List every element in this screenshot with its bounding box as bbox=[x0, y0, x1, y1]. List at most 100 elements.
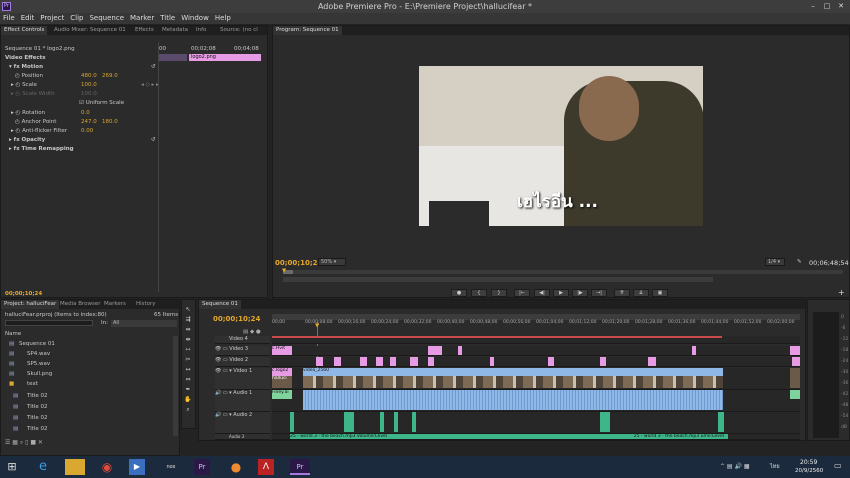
nox-player-icon[interactable]: nox bbox=[161, 459, 181, 475]
wrench-icon[interactable]: ✎ bbox=[797, 259, 802, 265]
ec-clip-bar[interactable]: logo2.png bbox=[189, 54, 261, 61]
chrome-icon[interactable]: ◉ bbox=[97, 459, 117, 475]
tab-metadata[interactable]: Metadata bbox=[159, 26, 191, 35]
clip-video2-title[interactable] bbox=[648, 357, 656, 366]
rolling-edit-tool-icon[interactable]: ⇼ bbox=[184, 336, 192, 344]
project-item[interactable]: text bbox=[27, 381, 38, 387]
scale-value[interactable]: 100.0 bbox=[81, 82, 97, 88]
menu-clip[interactable]: Clip bbox=[67, 13, 86, 24]
mark-out-button[interactable]: } bbox=[491, 289, 507, 297]
clip-audio2[interactable] bbox=[412, 412, 416, 432]
clip-video3-title[interactable] bbox=[458, 346, 462, 355]
clip-video3-title[interactable] bbox=[692, 346, 696, 355]
mark-in-button[interactable]: { bbox=[471, 289, 487, 297]
extract-button[interactable]: ⇊ bbox=[633, 289, 649, 297]
project-scrollbar[interactable] bbox=[173, 336, 178, 436]
file-explorer-icon[interactable] bbox=[65, 459, 85, 475]
anchor-x[interactable]: 247.0 bbox=[81, 119, 97, 125]
position-x[interactable]: 480.0 bbox=[81, 73, 97, 79]
language-indicator[interactable]: ไทย bbox=[770, 463, 780, 471]
play-button[interactable]: ▶ bbox=[553, 289, 569, 297]
clip-audio1-waveform[interactable] bbox=[303, 390, 723, 410]
clip-halluci[interactable]: halluci bbox=[272, 376, 292, 388]
notification-icon[interactable]: ▭ bbox=[834, 461, 842, 470]
clip-video2-title[interactable] bbox=[548, 357, 554, 366]
lift-button[interactable]: ⇈ bbox=[614, 289, 630, 297]
clip-video2-title[interactable] bbox=[410, 357, 418, 366]
clip-video-sequence[interactable]: video_2560 bbox=[303, 368, 723, 376]
name-column-header[interactable]: Name bbox=[5, 331, 21, 337]
menu-sequence[interactable]: Sequence bbox=[86, 13, 127, 24]
go-to-out-button[interactable]: →| bbox=[591, 289, 607, 297]
clip-video1-end[interactable] bbox=[790, 368, 800, 388]
anchor-y[interactable]: 180.0 bbox=[102, 119, 118, 125]
tab-program[interactable]: Program: Sequence 01 bbox=[273, 26, 342, 35]
project-item[interactable]: Title 02 bbox=[27, 415, 48, 421]
track-header-video4[interactable]: Video 4 bbox=[215, 336, 270, 344]
opacity-reset-icon[interactable]: ↺ bbox=[151, 137, 156, 143]
ripple-edit-tool-icon[interactable]: ⇹ bbox=[184, 326, 192, 334]
project-bottom-icons[interactable]: ☰ ▦ ⌕ ▯ ■ ✕ bbox=[5, 439, 43, 447]
menu-help[interactable]: Help bbox=[212, 13, 234, 24]
clip-audio-finey[interactable]: Finey.ai bbox=[272, 390, 292, 399]
work-area-bar[interactable] bbox=[272, 336, 722, 338]
rotation-value[interactable]: 0.0 bbox=[81, 110, 90, 116]
reset-icon[interactable]: ↺ bbox=[151, 64, 156, 70]
premiere-icon[interactable]: Pr bbox=[194, 459, 210, 475]
timeline-timecode[interactable]: 00;00;10;24 bbox=[213, 315, 260, 323]
track-header-video2[interactable]: 👁 ▭ Video 2 bbox=[215, 357, 270, 367]
uniform-scale-checkbox[interactable]: ☑ Uniform Scale bbox=[79, 100, 124, 106]
tab-history[interactable]: History bbox=[133, 300, 159, 309]
tab-markers[interactable]: Markers bbox=[101, 300, 129, 309]
clip-video2-title[interactable] bbox=[360, 357, 367, 366]
project-item[interactable]: Skull.png bbox=[27, 371, 52, 377]
project-search-input[interactable] bbox=[5, 320, 93, 326]
time-remap-effect[interactable]: ▸ fx Time Remapping bbox=[9, 146, 74, 152]
ie-browser-icon[interactable]: e bbox=[33, 459, 53, 475]
hand-tool-icon[interactable]: ✋ bbox=[184, 396, 192, 404]
tab-media-browser[interactable]: Media Browser bbox=[57, 300, 104, 309]
playhead-handle-icon[interactable]: ▼ bbox=[315, 323, 319, 329]
step-forward-button[interactable]: |▶ bbox=[572, 289, 588, 297]
timeline-ruler[interactable]: 00;00 00;00;08;00 00;00;16;00 00;00;24;00 00… bbox=[272, 320, 800, 327]
razor-tool-icon[interactable]: ✂ bbox=[184, 356, 192, 364]
clip-video2-title[interactable] bbox=[490, 357, 494, 366]
menu-project[interactable]: Project bbox=[37, 13, 67, 24]
firefox-icon[interactable]: ● bbox=[226, 459, 246, 475]
menu-window[interactable]: Window bbox=[178, 13, 212, 24]
clip-video3-title[interactable] bbox=[428, 346, 442, 355]
rate-stretch-tool-icon[interactable]: ⇿ bbox=[184, 346, 192, 354]
project-item[interactable]: Title 02 bbox=[27, 426, 48, 432]
clip-video2-title[interactable] bbox=[390, 357, 396, 366]
tab-sequence[interactable]: Sequence 01 bbox=[199, 300, 241, 309]
track-header-audio1[interactable]: 🔊 ▭ ▾ Audio 1 bbox=[215, 390, 270, 412]
program-scrub-bar[interactable] bbox=[283, 270, 843, 274]
clip-audio1-end[interactable] bbox=[790, 390, 800, 399]
menu-file[interactable]: File bbox=[0, 13, 18, 24]
project-item[interactable]: Sequence 01 bbox=[19, 341, 55, 347]
clip-video3-title[interactable]: c.Hvit bbox=[272, 346, 292, 355]
keyframe-nav[interactable]: ◂ ◇ ▸ ▸ bbox=[141, 82, 159, 88]
clip-video3-title[interactable] bbox=[790, 346, 800, 355]
project-item[interactable]: Title 02 bbox=[27, 404, 48, 410]
clock-date[interactable]: 20/9/2560 bbox=[795, 468, 823, 474]
menu-marker[interactable]: Marker bbox=[127, 13, 157, 24]
in-select[interactable]: All bbox=[111, 320, 177, 327]
clip-audio2[interactable] bbox=[380, 412, 384, 432]
slide-tool-icon[interactable]: ⇔ bbox=[184, 376, 192, 384]
motion-effect[interactable]: ▾ fx Motion bbox=[9, 64, 43, 70]
close-button[interactable]: ✕ bbox=[836, 2, 846, 11]
clip-audio2[interactable] bbox=[718, 412, 724, 432]
minimize-button[interactable]: – bbox=[808, 2, 818, 11]
add-marker-button[interactable]: ● bbox=[451, 289, 467, 297]
program-timecode[interactable]: 00;00;10;24 bbox=[275, 259, 322, 267]
clip-video2-title[interactable] bbox=[376, 357, 383, 366]
clip-video2-title[interactable] bbox=[316, 357, 323, 366]
selection-tool-icon[interactable]: ↖ bbox=[184, 306, 192, 314]
clip-music-beach[interactable]: 25 - world 3 - the beach.mp3 ume:Level bbox=[416, 434, 728, 439]
zoom-tool-icon[interactable]: ⌕ bbox=[184, 406, 192, 414]
media-player-icon[interactable]: ▶ bbox=[129, 459, 145, 475]
clip-video2-title[interactable] bbox=[334, 357, 341, 366]
maximize-button[interactable]: □ bbox=[822, 2, 832, 11]
antiflicker-value[interactable]: 0.00 bbox=[81, 128, 93, 134]
